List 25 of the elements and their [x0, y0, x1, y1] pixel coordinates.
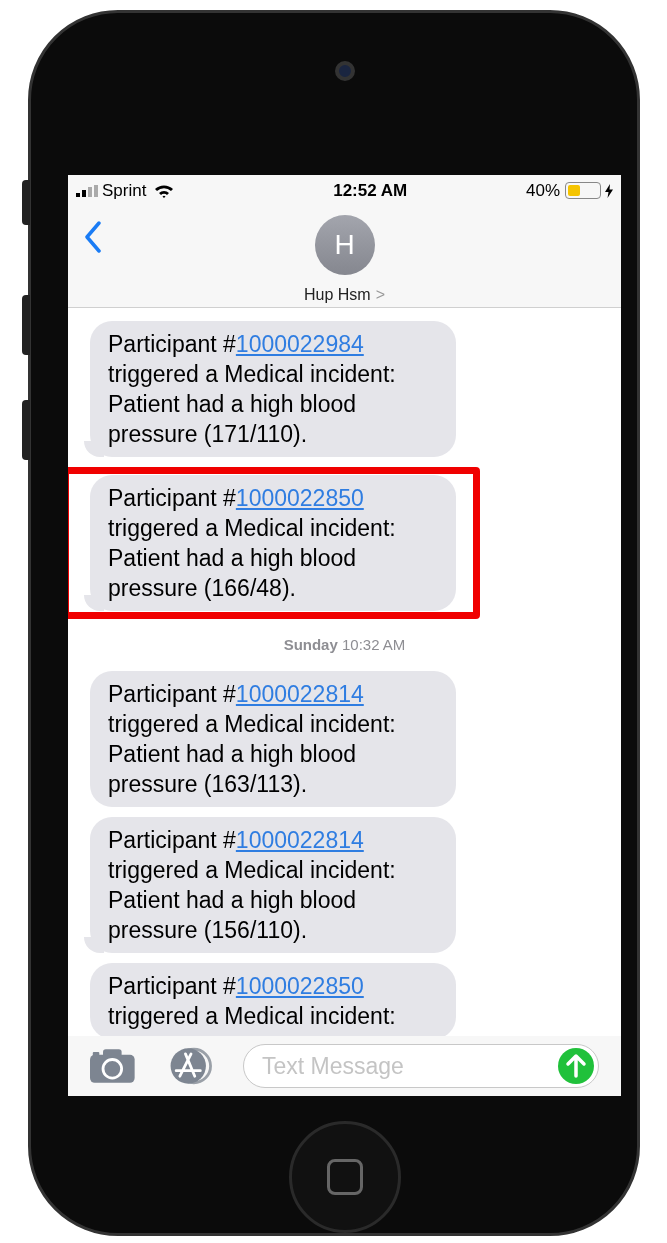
timestamp: Sunday 10:32 AM [283, 634, 406, 655]
send-icon[interactable] [558, 1048, 594, 1085]
back-icon[interactable] [84, 220, 102, 253]
contact-name[interactable]: Hup Hsm [304, 282, 371, 307]
participant-link[interactable]: 1000022850 [235, 973, 364, 1000]
message-field[interactable]: Text Message [243, 1044, 599, 1089]
clock-time: 12:52 AM [333, 180, 408, 203]
message-text: Participant #1000022814 triggered a Medical incident: Patient had a high blood pressure (156/110). [108, 826, 397, 946]
participant-link[interactable]: 1000022814 [235, 827, 364, 854]
chevron[interactable]: > [375, 282, 385, 307]
participant-link[interactable]: 1000022850 [235, 484, 364, 511]
participant-link[interactable]: 1000022984 [235, 330, 364, 357]
participant-link[interactable]: 1000022814 [235, 681, 364, 708]
camera-icon[interactable] [90, 1048, 135, 1085]
message-text: Participant #1000022814 triggered a Medical incident: Patient had a high blood pressure (163/113). [108, 680, 397, 800]
wifi-icon [154, 183, 175, 198]
carrier-name: Sprint [102, 180, 147, 203]
message-text: Participant #1000022984 triggered a Medical incident: Patient had a high blood pressure (171/110). [108, 329, 397, 449]
camera-icon [335, 61, 355, 81]
contact-avatar[interactable]: H [314, 214, 375, 275]
signal-icon [76, 184, 98, 197]
message-text: Participant #1000022850 triggered a Medical incident: Patient had a high blood pressure (166/48). [108, 483, 397, 603]
message-text: Participant #1000022850 triggered a Medical incident: [108, 972, 397, 1032]
battery-icon [565, 182, 601, 200]
battery-percent: 40% [525, 180, 560, 203]
